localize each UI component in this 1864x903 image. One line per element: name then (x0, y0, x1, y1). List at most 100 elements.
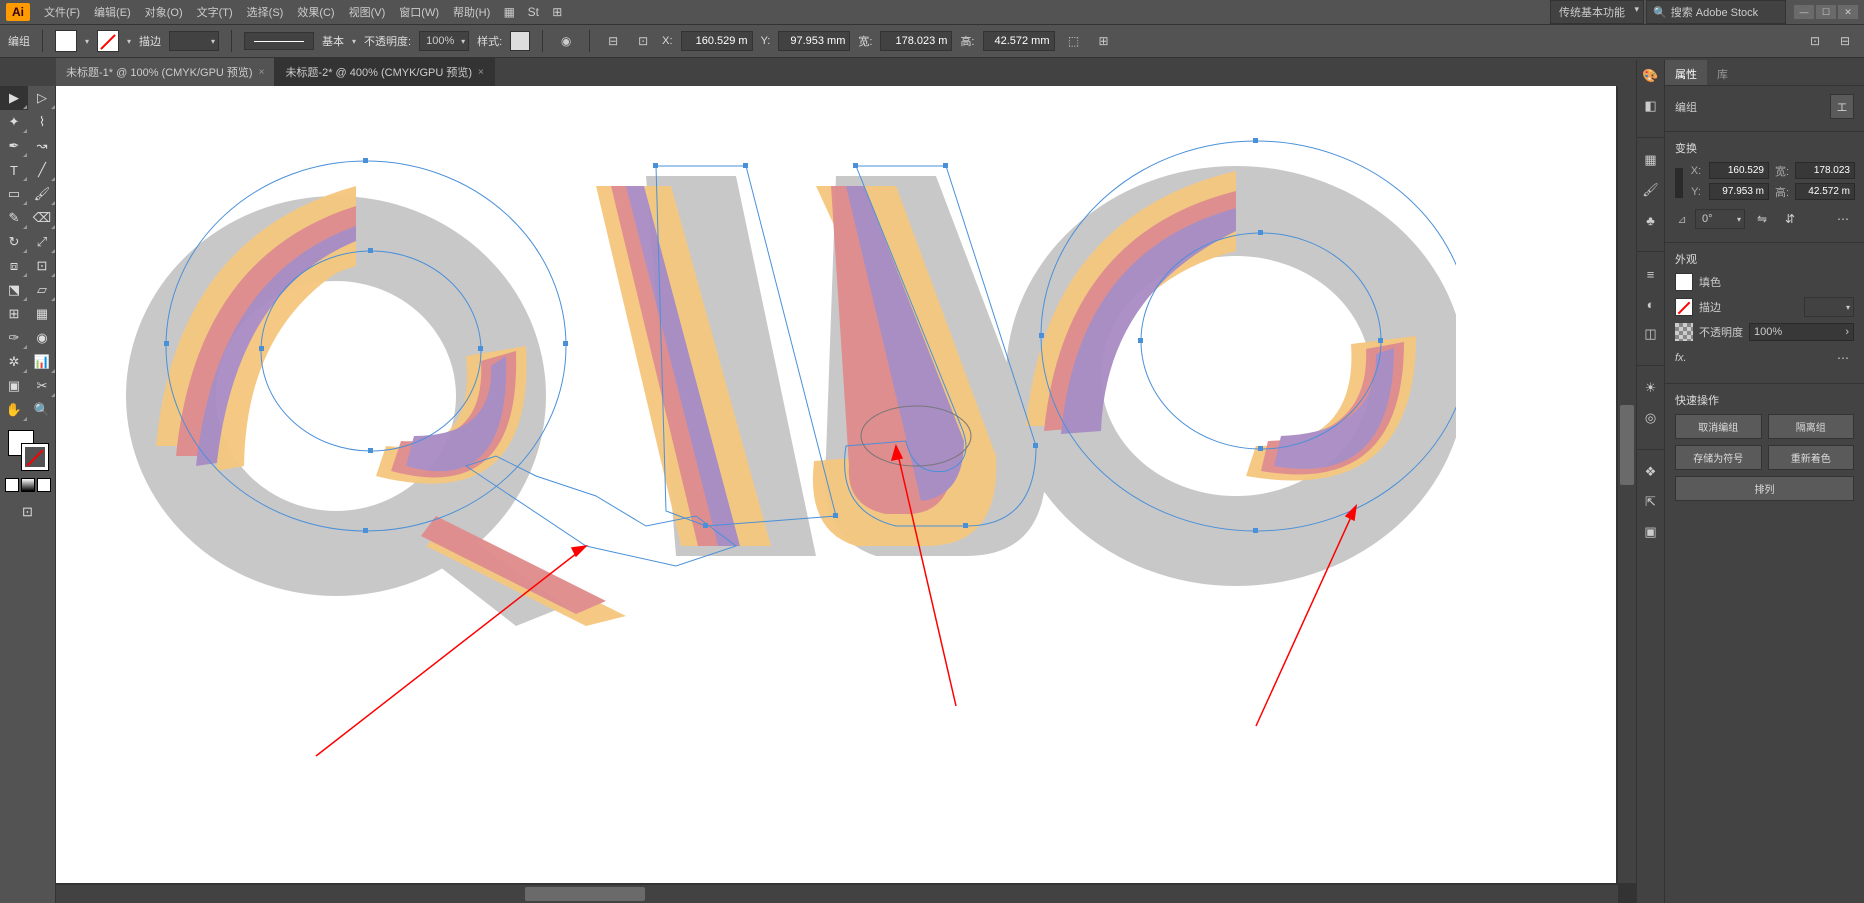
prop-h-input[interactable] (1795, 183, 1855, 200)
rectangle-tool[interactable]: ▭ (0, 182, 28, 206)
transform-panel-icon[interactable]: ⊞ (1093, 30, 1115, 52)
prop-y-input[interactable] (1709, 183, 1769, 200)
menu-view[interactable]: 视图(V) (343, 1, 392, 23)
arrange-icon[interactable]: ⊞ (546, 1, 568, 23)
fill-stroke-control[interactable] (8, 430, 48, 470)
asset-export-icon[interactable]: ⇱ (1641, 492, 1661, 512)
prefs-icon[interactable]: ⊟ (1834, 30, 1856, 52)
perspective-tool[interactable]: ▱ (28, 278, 56, 302)
stroke-weight-dropdown[interactable] (1804, 297, 1854, 317)
tab-close-icon[interactable]: × (259, 67, 265, 78)
artboard-tool[interactable]: ▣ (0, 374, 28, 398)
align-icon[interactable]: ⊟ (602, 30, 624, 52)
stroke-swatch[interactable] (1675, 298, 1693, 316)
shape-icon[interactable]: ⬚ (1063, 30, 1085, 52)
document-tab[interactable]: 未标题-1* @ 100% (CMYK/GPU 预览)× (56, 58, 275, 86)
mesh-tool[interactable]: ⊞ (0, 302, 28, 326)
chevron-down-icon[interactable]: ▾ (127, 37, 131, 46)
color-mode-icon[interactable] (5, 478, 19, 492)
graph-tool[interactable]: 📊 (28, 350, 56, 374)
w-input[interactable] (880, 31, 952, 51)
workspace-switcher[interactable]: 传统基本功能 (1550, 0, 1644, 24)
none-mode-icon[interactable] (37, 478, 51, 492)
transform-icon[interactable]: ⊡ (632, 30, 654, 52)
magic-wand-tool[interactable]: ✦ (0, 110, 28, 134)
type-tool[interactable]: T (0, 158, 28, 182)
slice-tool[interactable]: ✂ (28, 374, 56, 398)
curvature-tool[interactable]: ↝ (28, 134, 56, 158)
pen-tool[interactable]: ✒ (0, 134, 28, 158)
recolor-icon[interactable]: ◉ (555, 30, 577, 52)
transparency-panel-icon[interactable]: ◫ (1641, 324, 1661, 344)
menu-type[interactable]: 文字(T) (191, 1, 239, 23)
shaper-tool[interactable]: ✎ (0, 206, 28, 230)
artboards-panel-icon[interactable]: ▣ (1641, 522, 1661, 542)
opacity-input[interactable]: 100%› (1749, 323, 1854, 341)
rotate-tool[interactable]: ↻ (0, 230, 28, 254)
direct-selection-tool[interactable]: ▷ (28, 86, 56, 110)
minimize-button[interactable]: — (1794, 5, 1814, 19)
h-input[interactable] (983, 31, 1055, 51)
gradient-tool[interactable]: ▦ (28, 302, 56, 326)
scrollbar-horizontal[interactable] (56, 885, 1618, 903)
doc-setup-icon[interactable]: ⊡ (1804, 30, 1826, 52)
flip-v-icon[interactable]: ⇵ (1779, 208, 1801, 230)
recolor-button[interactable]: 重新着色 (1768, 445, 1855, 470)
stock-icon[interactable]: St (522, 1, 544, 23)
menu-edit[interactable]: 编辑(E) (88, 1, 137, 23)
hand-tool[interactable]: ✋ (0, 398, 28, 422)
scroll-thumb[interactable] (525, 887, 645, 901)
flip-h-icon[interactable]: ⇋ (1751, 208, 1773, 230)
angle-dropdown[interactable]: 0° (1695, 209, 1745, 229)
color-panel-icon[interactable]: 🎨 (1641, 66, 1661, 86)
chevron-down-icon[interactable]: ▾ (85, 37, 89, 46)
width-tool[interactable]: ⧈ (0, 254, 28, 278)
ungroup-button[interactable]: 取消编组 (1675, 414, 1762, 439)
chevron-down-icon[interactable]: ▾ (352, 37, 356, 46)
eyedropper-tool[interactable]: ✑ (0, 326, 28, 350)
selection-tool[interactable]: ▶ (0, 86, 28, 110)
maximize-button[interactable]: ☐ (1816, 5, 1836, 19)
line-tool[interactable]: ╱ (28, 158, 56, 182)
screen-mode-icon[interactable]: ⊡ (14, 500, 42, 524)
gradient-panel-icon[interactable]: ◐ (1641, 294, 1661, 314)
more-options-icon[interactable]: ⋯ (1832, 347, 1854, 369)
fill-swatch[interactable] (1675, 273, 1693, 291)
gradient-mode-icon[interactable] (21, 478, 35, 492)
document-tab[interactable]: 未标题-2* @ 400% (CMYK/GPU 预览)× (275, 58, 494, 86)
symbols-panel-icon[interactable]: ♣ (1641, 210, 1661, 230)
search-input[interactable]: 🔍搜索 Adobe Stock (1646, 0, 1786, 24)
scrollbar-vertical[interactable] (1618, 86, 1636, 883)
scale-tool[interactable]: ⤢ (28, 230, 56, 254)
more-options-icon[interactable]: ⋯ (1832, 208, 1854, 230)
shape-builder-tool[interactable]: ⬔ (0, 278, 28, 302)
arrange-button[interactable]: 排列 (1675, 476, 1854, 501)
swatches-panel-icon[interactable]: ▦ (1641, 150, 1661, 170)
stroke-profile[interactable] (244, 32, 314, 50)
appearance-panel-icon[interactable]: ☀ (1641, 378, 1661, 398)
menu-file[interactable]: 文件(F) (38, 1, 86, 23)
graphic-style-swatch[interactable] (510, 31, 530, 51)
menu-select[interactable]: 选择(S) (241, 1, 290, 23)
tab-close-icon[interactable]: × (478, 67, 484, 78)
tab-libraries[interactable]: 库 (1707, 60, 1738, 85)
graphic-styles-icon[interactable]: ◎ (1641, 408, 1661, 428)
isolate-button[interactable]: 隔离组 (1768, 414, 1855, 439)
stroke-weight-dropdown[interactable] (169, 31, 219, 51)
layers-panel-icon[interactable]: ❖ (1641, 462, 1661, 482)
stroke-swatch[interactable] (97, 30, 119, 52)
reference-point-grid[interactable] (1675, 168, 1683, 198)
brushes-panel-icon[interactable]: 🖌 (1641, 180, 1661, 200)
canvas[interactable] (56, 86, 1616, 883)
scroll-thumb[interactable] (1620, 405, 1634, 485)
menu-help[interactable]: 帮助(H) (447, 1, 496, 23)
zoom-tool[interactable]: 🔍 (28, 398, 56, 422)
fx-label[interactable]: fx. (1675, 352, 1687, 364)
stroke-panel-icon[interactable]: ≡ (1641, 264, 1661, 284)
stroke-label[interactable]: 描边 (139, 33, 161, 49)
x-input[interactable] (681, 31, 753, 51)
fill-swatch[interactable] (55, 30, 77, 52)
bridge-icon[interactable]: ▦ (498, 1, 520, 23)
color-guide-icon[interactable]: ◧ (1641, 96, 1661, 116)
close-button[interactable]: ✕ (1838, 5, 1858, 19)
